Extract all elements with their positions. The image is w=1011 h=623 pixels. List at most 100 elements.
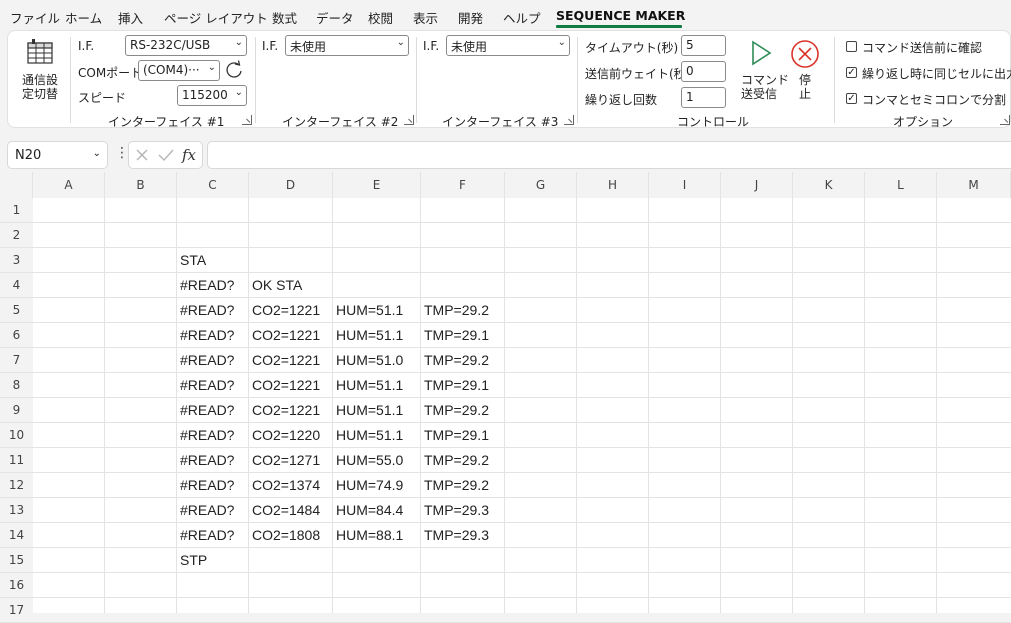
if3-select[interactable]: 未使用 ⌄ — [446, 35, 570, 56]
cell-f9[interactable]: TMP=29.2 — [421, 398, 505, 423]
column-header-h[interactable]: H — [577, 172, 649, 198]
cell-e11[interactable]: HUM=55.0 — [333, 448, 421, 473]
cell-e4[interactable] — [333, 273, 421, 298]
name-box[interactable]: N20 ⌄ — [7, 141, 108, 169]
cell-d12[interactable]: CO2=1374 — [249, 473, 333, 498]
cell-c15[interactable]: STP — [177, 548, 249, 573]
column-header-l[interactable]: L — [865, 172, 937, 198]
stop-button[interactable]: 停 止 — [788, 37, 822, 103]
cell-f15[interactable] — [421, 548, 505, 573]
column-header-m[interactable]: M — [937, 172, 1011, 198]
cell-f7[interactable]: TMP=29.2 — [421, 348, 505, 373]
menu-data[interactable]: データ — [316, 8, 354, 27]
dialog-launcher-icon[interactable] — [242, 115, 252, 125]
row-header[interactable]: 6 — [0, 323, 33, 348]
cell-e12[interactable]: HUM=74.9 — [333, 473, 421, 498]
column-header-k[interactable]: K — [793, 172, 865, 198]
cancel-icon[interactable] — [135, 148, 149, 162]
cell-c14[interactable]: #READ? — [177, 523, 249, 548]
row-header[interactable]: 14 — [0, 523, 33, 548]
cell-f5[interactable]: TMP=29.2 — [421, 298, 505, 323]
cell-f12[interactable]: TMP=29.2 — [421, 473, 505, 498]
cell-d10[interactable]: CO2=1220 — [249, 423, 333, 448]
row-header[interactable]: 10 — [0, 423, 33, 448]
cell-f17[interactable] — [421, 598, 505, 623]
cell-c13[interactable]: #READ? — [177, 498, 249, 523]
row-header[interactable]: 3 — [0, 248, 33, 273]
cell-f10[interactable]: TMP=29.1 — [421, 423, 505, 448]
row-header[interactable]: 7 — [0, 348, 33, 373]
menu-insert[interactable]: 挿入 — [118, 8, 143, 27]
cell-c3[interactable]: STA — [177, 248, 249, 273]
row-header[interactable]: 8 — [0, 373, 33, 398]
dialog-launcher-icon[interactable] — [404, 115, 414, 125]
cell-d6[interactable]: CO2=1221 — [249, 323, 333, 348]
com-port-select[interactable]: (COM4)··· ⌄ — [138, 60, 220, 81]
cell-c11[interactable]: #READ? — [177, 448, 249, 473]
menu-sequence-maker[interactable]: SEQUENCE MAKER — [556, 8, 685, 23]
cell-e6[interactable]: HUM=51.1 — [333, 323, 421, 348]
row-header[interactable]: 15 — [0, 548, 33, 573]
cell-d5[interactable]: CO2=1221 — [249, 298, 333, 323]
cell-e5[interactable]: HUM=51.1 — [333, 298, 421, 323]
cell-f2[interactable] — [421, 223, 505, 248]
cell-f4[interactable] — [421, 273, 505, 298]
row-header[interactable]: 2 — [0, 223, 33, 248]
dialog-launcher-icon[interactable] — [1000, 115, 1010, 125]
cell-d4[interactable]: OK STA — [249, 273, 333, 298]
menu-home[interactable]: ホーム — [65, 8, 102, 27]
cell-d9[interactable]: CO2=1221 — [249, 398, 333, 423]
row-header[interactable]: 17 — [0, 598, 33, 623]
cell-e10[interactable]: HUM=51.1 — [333, 423, 421, 448]
column-header-e[interactable]: E — [333, 172, 421, 198]
menu-view[interactable]: 表示 — [413, 8, 438, 27]
row-header[interactable]: 4 — [0, 273, 33, 298]
cell-f16[interactable] — [421, 573, 505, 598]
row-header[interactable]: 16 — [0, 573, 33, 598]
cell-d1[interactable] — [249, 198, 333, 223]
cell-d7[interactable]: CO2=1221 — [249, 348, 333, 373]
cell-f3[interactable] — [421, 248, 505, 273]
cell-e1[interactable] — [333, 198, 421, 223]
cell-c12[interactable]: #READ? — [177, 473, 249, 498]
cell-e8[interactable]: HUM=51.1 — [333, 373, 421, 398]
cell-d16[interactable] — [249, 573, 333, 598]
split-comma-semicolon-checkbox[interactable]: ✓ — [846, 93, 857, 104]
enter-icon[interactable] — [158, 148, 174, 162]
timeout-input[interactable]: 5 — [681, 35, 726, 56]
row-header[interactable]: 5 — [0, 298, 33, 323]
wait-input[interactable]: 0 — [681, 61, 726, 82]
more-options-icon[interactable]: ⋮ — [115, 145, 129, 161]
row-header[interactable]: 11 — [0, 448, 33, 473]
cell-c16[interactable] — [177, 573, 249, 598]
cell-e14[interactable]: HUM=88.1 — [333, 523, 421, 548]
row-header[interactable]: 12 — [0, 473, 33, 498]
cell-d13[interactable]: CO2=1484 — [249, 498, 333, 523]
cell-c9[interactable]: #READ? — [177, 398, 249, 423]
cell-f14[interactable]: TMP=29.3 — [421, 523, 505, 548]
column-header-i[interactable]: I — [649, 172, 721, 198]
column-header-b[interactable]: B — [105, 172, 177, 198]
menu-review[interactable]: 校閲 — [368, 8, 393, 27]
menu-page-layout[interactable]: ページ レイアウト — [164, 8, 268, 27]
insert-function-icon[interactable]: fx — [182, 146, 196, 164]
if1-select[interactable]: RS-232C/USB ⌄ — [125, 35, 247, 56]
formula-input[interactable] — [207, 141, 1011, 169]
cell-d17[interactable] — [249, 598, 333, 623]
cell-c6[interactable]: #READ? — [177, 323, 249, 348]
cell-c2[interactable] — [177, 223, 249, 248]
cell-d2[interactable] — [249, 223, 333, 248]
cell-e17[interactable] — [333, 598, 421, 623]
menu-file[interactable]: ファイル — [10, 8, 60, 27]
column-header-a[interactable]: A — [33, 172, 105, 198]
cell-c1[interactable] — [177, 198, 249, 223]
cell-d15[interactable] — [249, 548, 333, 573]
cell-e2[interactable] — [333, 223, 421, 248]
select-all-corner[interactable] — [0, 172, 33, 198]
menu-help[interactable]: ヘルプ — [503, 8, 541, 27]
cell-c8[interactable]: #READ? — [177, 373, 249, 398]
cell-f6[interactable]: TMP=29.1 — [421, 323, 505, 348]
cell-e9[interactable]: HUM=51.1 — [333, 398, 421, 423]
same-cell-output-checkbox[interactable]: ✓ — [846, 67, 857, 78]
cell-c4[interactable]: #READ? — [177, 273, 249, 298]
